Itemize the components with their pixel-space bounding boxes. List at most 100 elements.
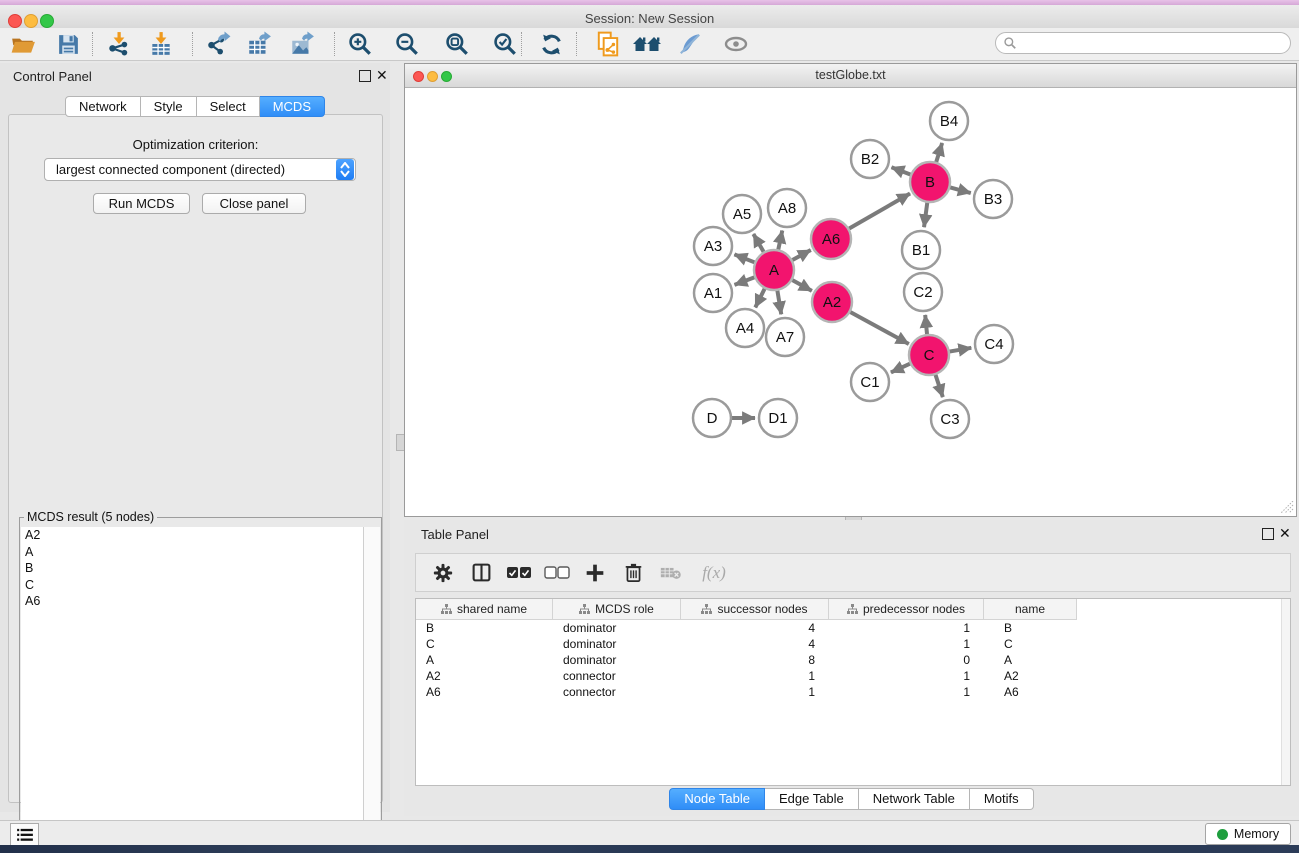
table-cell[interactable]: A6	[984, 685, 1077, 699]
graph-node-A6[interactable]: A6	[811, 219, 851, 259]
table-cell[interactable]: B	[416, 621, 553, 635]
clone-network-button[interactable]	[593, 30, 623, 58]
show-column-button[interactable]	[462, 558, 500, 588]
table-row[interactable]: Bdominator41B	[416, 620, 1290, 636]
table-cell[interactable]: A	[984, 653, 1077, 667]
export-table-button[interactable]	[244, 30, 274, 58]
table-cell[interactable]: connector	[553, 669, 681, 683]
mcds-result-item[interactable]: A2	[21, 527, 363, 544]
tab-style[interactable]: Style	[141, 96, 197, 117]
float-panel-icon[interactable]	[359, 70, 371, 82]
zoom-in-button[interactable]	[345, 30, 375, 58]
graph-node-C1[interactable]: C1	[851, 363, 889, 401]
column-header-MCDS-role[interactable]: MCDS role	[553, 599, 681, 620]
network-canvas[interactable]: AA1A2A3A4A5A6A7A8BB1B2B3B4CC1C2C3C4DD1	[406, 88, 1295, 515]
save-session-button[interactable]	[53, 30, 83, 58]
search-box[interactable]	[995, 32, 1291, 54]
optimization-criterion-select[interactable]: largest connected component (directed)	[44, 158, 356, 181]
graph-node-C4[interactable]: C4	[975, 325, 1013, 363]
graph-edge-A2-C[interactable]	[850, 312, 909, 344]
graph-edge-C-C3[interactable]	[935, 374, 943, 397]
table-row[interactable]: Cdominator41C	[416, 636, 1290, 652]
table-cell[interactable]: dominator	[553, 637, 681, 651]
table-cell[interactable]: B	[984, 621, 1077, 635]
graph-node-C2[interactable]: C2	[904, 273, 942, 311]
search-input[interactable]	[1017, 33, 1290, 53]
tab-select[interactable]: Select	[197, 96, 260, 117]
mcds-result-item[interactable]: A6	[21, 593, 363, 610]
task-history-button[interactable]	[10, 823, 39, 846]
graph-node-D1[interactable]: D1	[759, 399, 797, 437]
close-panel-icon[interactable]: ✕	[376, 67, 388, 83]
table-cell[interactable]: 8	[681, 653, 829, 667]
column-header-shared-name[interactable]: shared name	[416, 599, 553, 620]
export-image-button[interactable]	[287, 30, 317, 58]
table-row[interactable]: A6connector11A6	[416, 684, 1290, 700]
zoom-fit-button[interactable]	[442, 30, 472, 58]
table-scrollbar[interactable]	[1281, 599, 1290, 785]
zoom-out-button[interactable]	[392, 30, 422, 58]
graph-edge-C-C1[interactable]	[891, 363, 911, 372]
table-cell[interactable]: dominator	[553, 621, 681, 635]
table-cell[interactable]: 1	[681, 685, 829, 699]
export-network-button[interactable]	[203, 30, 233, 58]
tab-network-table[interactable]: Network Table	[859, 788, 970, 810]
graph-edge-A-A5[interactable]	[753, 234, 764, 253]
graph-edge-B-B2[interactable]	[891, 167, 911, 175]
tab-node-table[interactable]: Node Table	[669, 788, 765, 810]
table-settings-button[interactable]	[424, 558, 462, 588]
table-cell[interactable]: 0	[829, 653, 984, 667]
table-cell[interactable]: 1	[829, 621, 984, 635]
close-panel-button[interactable]: Close panel	[202, 193, 306, 214]
graph-edge-A-A3[interactable]	[734, 254, 755, 262]
mcds-result-item[interactable]: B	[21, 560, 363, 577]
zoom-selected-button[interactable]	[490, 30, 520, 58]
tab-mcds[interactable]: MCDS	[260, 96, 325, 117]
graph-node-B3[interactable]: B3	[974, 180, 1012, 218]
table-cell[interactable]: C	[984, 637, 1077, 651]
graph-node-A2[interactable]: A2	[812, 282, 852, 322]
graph-node-B[interactable]: B	[910, 162, 950, 202]
graph-edge-A-A8[interactable]	[778, 231, 782, 251]
table-cell[interactable]: dominator	[553, 653, 681, 667]
table-cell[interactable]: 1	[681, 669, 829, 683]
tab-network[interactable]: Network	[65, 96, 141, 117]
table-close-panel-icon[interactable]: ✕	[1279, 525, 1291, 541]
table-cell[interactable]: A6	[416, 685, 553, 699]
first-neighbors-button[interactable]	[632, 30, 662, 58]
mcds-result-item[interactable]: A	[21, 544, 363, 561]
table-cell[interactable]: 1	[829, 669, 984, 683]
graph-node-B4[interactable]: B4	[930, 102, 968, 140]
mcds-list-scrollbar[interactable]	[364, 527, 380, 853]
graph-node-A3[interactable]: A3	[694, 227, 732, 265]
import-network-button[interactable]	[104, 30, 134, 58]
graph-edge-A-A4[interactable]	[755, 288, 765, 308]
add-column-button[interactable]	[576, 558, 614, 588]
show-graphics-button[interactable]	[721, 30, 751, 58]
table-cell[interactable]: A2	[416, 669, 553, 683]
table-cell[interactable]: 1	[829, 685, 984, 699]
graph-edge-B-B4[interactable]	[936, 143, 942, 163]
graph-node-C3[interactable]: C3	[931, 400, 969, 438]
tab-motifs[interactable]: Motifs	[970, 788, 1034, 810]
graph-edge-C-C4[interactable]	[949, 348, 972, 352]
table-cell[interactable]: C	[416, 637, 553, 651]
graph-node-A[interactable]: A	[754, 250, 794, 290]
graph-node-D[interactable]: D	[693, 399, 731, 437]
graph-edge-B-B3[interactable]	[949, 187, 970, 193]
column-header-predecessor-nodes[interactable]: predecessor nodes	[829, 599, 984, 620]
graph-node-C[interactable]: C	[909, 335, 949, 375]
graph-node-A5[interactable]: A5	[723, 195, 761, 233]
graph-node-A8[interactable]: A8	[768, 189, 806, 227]
graph-edge-A-A1[interactable]	[735, 277, 756, 285]
graph-edge-B-B1[interactable]	[924, 202, 927, 227]
table-cell[interactable]: 4	[681, 637, 829, 651]
table-cell[interactable]: A2	[984, 669, 1077, 683]
deselect-all-rows-button[interactable]	[538, 558, 576, 588]
run-mcds-button[interactable]: Run MCDS	[93, 193, 190, 214]
graph-node-B2[interactable]: B2	[851, 140, 889, 178]
table-cell[interactable]: connector	[553, 685, 681, 699]
tab-edge-table[interactable]: Edge Table	[765, 788, 859, 810]
delete-table-button[interactable]	[652, 558, 690, 588]
function-builder-button[interactable]: f(x)	[690, 558, 738, 588]
